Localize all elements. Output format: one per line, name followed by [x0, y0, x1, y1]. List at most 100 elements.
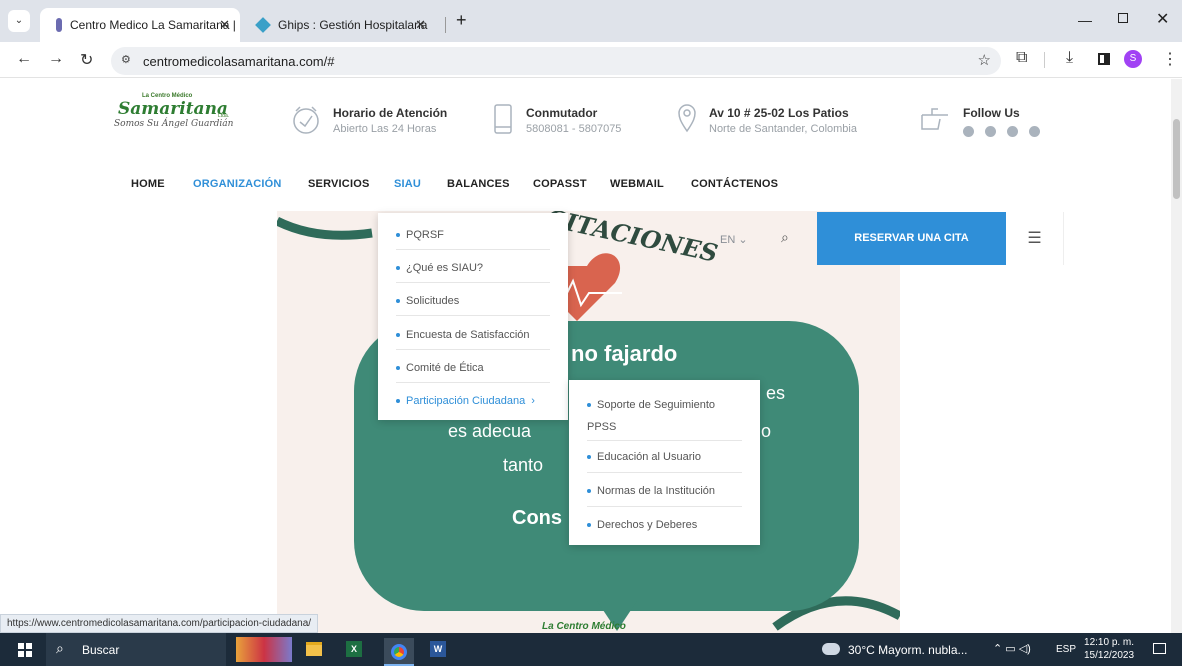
twitter-icon[interactable] [985, 126, 996, 137]
side-panel-icon[interactable] [1098, 53, 1110, 65]
logo-brand-text: Samaritana [118, 99, 228, 119]
reserve-appointment-button[interactable]: RESERVAR UNA CITA [817, 212, 1006, 265]
info-hours: Horario de Atención Abierto Las 24 Horas [333, 106, 447, 135]
web-page: La Centro Médico Samaritana Ltda. Somos … [0, 79, 1171, 633]
input-language[interactable]: ESP [1056, 644, 1076, 655]
hero-line2: es adecua [448, 421, 532, 441]
menu-item-solicitudes[interactable]: Solicitudes [378, 295, 568, 307]
tab-search-button[interactable]: ⌄ [8, 10, 30, 32]
hero-line3: tanto [503, 455, 544, 475]
file-explorer-icon[interactable] [306, 642, 322, 656]
weather-icon [822, 643, 840, 655]
chevron-right-icon: › [531, 395, 535, 407]
info-address: Av 10 # 25-02 Los Patios Norte de Santan… [709, 106, 857, 135]
nav-servicios[interactable]: SERVICIOS [308, 178, 370, 190]
toolbar-divider [1044, 52, 1045, 68]
reload-icon[interactable]: ↻ [80, 50, 93, 70]
tab-title: Centro Medico La Samaritana | [70, 18, 236, 32]
follow-us: Follow Us [963, 106, 1040, 137]
tab-close-icon[interactable]: ✕ [415, 17, 426, 33]
language-select[interactable]: EN ⌄ [720, 233, 748, 246]
chrome-icon[interactable] [384, 638, 414, 666]
menu-item-encuesta[interactable]: Encuesta de Satisfacción [378, 329, 568, 341]
restore-button[interactable] [1118, 13, 1128, 23]
search-icon: ⌕ [56, 640, 64, 656]
tab-samaritana[interactable]: Centro Medico La Samaritana | ✕ [40, 8, 240, 42]
googleplus-icon[interactable] [1029, 126, 1040, 137]
info-address-title: Av 10 # 25-02 Los Patios [709, 106, 849, 120]
hero-line2b: o [761, 421, 772, 441]
weather-text[interactable]: 30°C Mayorm. nubla... [848, 643, 968, 657]
word-icon[interactable]: W [430, 641, 446, 657]
info-phone-sub: 5808081 - 5807075 [526, 123, 622, 135]
forward-arrow-icon[interactable]: → [48, 50, 64, 68]
menu-kebab-icon[interactable]: ⋮ [1162, 49, 1178, 69]
taskbar-search-label: Buscar [82, 643, 120, 657]
clock-date: 15/12/2023 [1084, 650, 1135, 661]
taskbar-search-box[interactable]: ⌕ Buscar [46, 633, 226, 666]
nav-home[interactable]: HOME [131, 178, 165, 190]
browser-tab-bar: ⌄ Centro Medico La Samaritana | ✕ Ghips … [0, 0, 1182, 42]
clock-time: 12:10 p. m. [1084, 637, 1135, 648]
windows-start-icon[interactable] [18, 643, 32, 657]
participacion-submenu: Soporte de Seguimiento PPSS Educación al… [569, 380, 760, 545]
profile-avatar[interactable]: S [1124, 50, 1142, 68]
phone-icon [494, 104, 512, 134]
tray-icons[interactable]: ⌃ ▭ ◁) [993, 642, 1031, 655]
tab-close-icon[interactable]: ✕ [219, 17, 230, 33]
hero-heading: no fajardo [571, 341, 678, 366]
address-bar[interactable]: ⚙ centromedicolasamaritana.com/# ☆ [111, 47, 1001, 75]
logo-tagline: Somos Su Ángel Guardián [114, 119, 234, 129]
windows-taskbar: ⌕ Buscar X W 30°C Mayorm. nubla... ⌃ ▭ ◁… [0, 633, 1182, 666]
back-arrow-icon[interactable]: ← [16, 50, 32, 68]
download-icon[interactable]: ⤓ [1066, 49, 1073, 67]
info-hours-title: Horario de Atención [333, 106, 448, 120]
notifications-icon[interactable] [1153, 643, 1166, 654]
site-info-icon[interactable]: ⚙ [121, 53, 131, 66]
page-scrollbar[interactable] [1171, 79, 1182, 633]
nav-webmail[interactable]: WEBMAIL [610, 178, 664, 190]
siau-dropdown: PQRSF ¿Qué es SIAU? Solicitudes Encuesta… [378, 213, 568, 420]
new-tab-button[interactable]: + [456, 10, 467, 31]
status-bar-url: https://www.centromedicolasamaritana.com… [0, 614, 319, 633]
menu-item-comite-etica[interactable]: Comité de Ética [378, 362, 568, 374]
clock[interactable]: 12:10 p. m. 15/12/2023 [1084, 636, 1134, 662]
menu-item-pqrsf[interactable]: PQRSF [378, 229, 568, 241]
submenu-item-educacion[interactable]: Educación al Usuario [569, 451, 760, 463]
clock-icon [293, 106, 319, 134]
search-icon[interactable]: ⌕ [781, 229, 789, 246]
hamburger-menu-icon[interactable]: ☰ [1006, 212, 1064, 265]
menu-item-participacion[interactable]: Participación Ciudadana › [378, 395, 568, 407]
site-logo[interactable]: La Centro Médico Samaritana Ltda. Somos … [114, 93, 254, 135]
nav-contactenos[interactable]: CONTÁCTENOS [691, 178, 778, 190]
ghips-favicon [255, 17, 271, 33]
follow-us-title: Follow Us [963, 106, 1020, 120]
language-label: EN [720, 234, 736, 246]
url-text: centromedicolasamaritana.com/# [143, 53, 335, 69]
excel-icon[interactable]: X [346, 641, 362, 657]
nav-balances[interactable]: BALANCES [447, 178, 510, 190]
info-hours-sub: Abierto Las 24 Horas [333, 123, 437, 135]
submenu-item-derechos[interactable]: Derechos y Deberes [569, 519, 760, 531]
scrollbar-thumb[interactable] [1173, 119, 1180, 199]
facebook-icon[interactable] [963, 126, 974, 137]
hero-bold: Cons [512, 507, 562, 529]
submenu-item-normas[interactable]: Normas de la Institución [569, 485, 760, 497]
linkedin-icon[interactable] [1007, 126, 1018, 137]
submenu-item-soporte[interactable]: Soporte de Seguimiento PPSS [569, 394, 760, 438]
minimize-button[interactable]: — [1078, 12, 1092, 28]
nav-copasst[interactable]: COPASST [533, 178, 587, 190]
nav-siau[interactable]: SIAU [394, 178, 421, 190]
bookmark-star-icon[interactable]: ☆ [978, 51, 991, 69]
samaritana-favicon [56, 18, 62, 32]
close-window-button[interactable]: ✕ [1156, 9, 1169, 29]
pointing-hand-icon [921, 108, 948, 130]
menu-item-que-es-siau[interactable]: ¿Qué es SIAU? [378, 262, 568, 274]
nav-organizacion[interactable]: ORGANIZACIÓN [193, 178, 282, 190]
tab-title: Ghips : Gestión Hospitalaria [278, 18, 428, 32]
tab-divider [445, 17, 446, 33]
browser-toolbar: ← → ↻ ⚙ centromedicolasamaritana.com/# ☆… [0, 42, 1182, 78]
search-highlight-image[interactable] [236, 637, 292, 662]
extensions-icon[interactable]: ⧉ [1016, 49, 1027, 67]
tab-ghips[interactable]: Ghips : Gestión Hospitalaria ✕ [244, 8, 440, 42]
